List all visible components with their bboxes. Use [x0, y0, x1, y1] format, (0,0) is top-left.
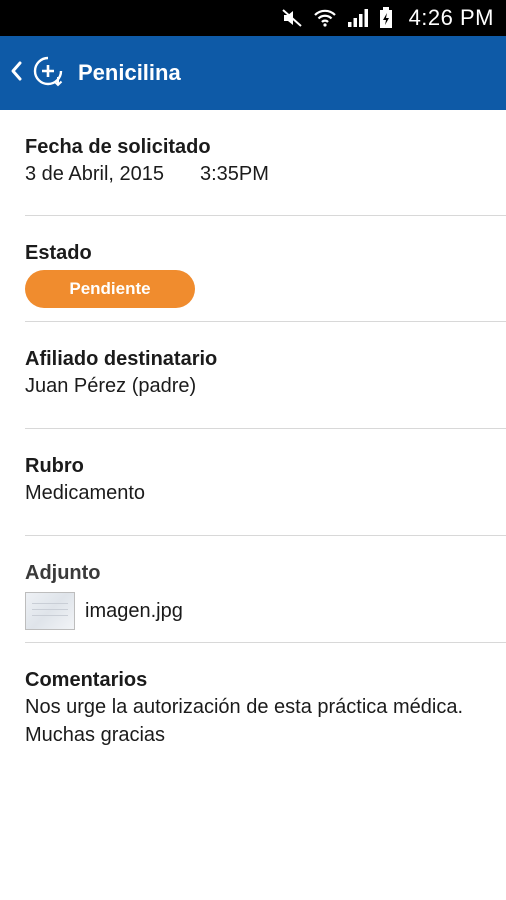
section-estado: Estado Pendiente [25, 216, 506, 322]
section-afiliado: Afiliado destinatario Juan Pérez (padre) [25, 322, 506, 429]
rubro-value: Medicamento [25, 482, 146, 504]
attachment-item[interactable]: imagen.jpg [25, 592, 506, 630]
request-details: Fecha de solicitado 3 de Abril, 2015 3:3… [0, 110, 506, 749]
fecha-value: 3 de Abril, 2015 3:35PM [25, 160, 506, 188]
signal-icon [347, 8, 369, 28]
afiliado-value: Juan Pérez (padre) [25, 375, 197, 397]
add-medication-icon [32, 55, 64, 92]
back-button[interactable] [10, 55, 64, 92]
section-fecha: Fecha de solicitado 3 de Abril, 2015 3:3… [25, 110, 506, 216]
adjunto-label: Adjunto [25, 562, 101, 584]
section-comentarios: Comentarios Nos urge la autorización de … [25, 643, 506, 749]
comentarios-value: Nos urge la autorización de esta práctic… [25, 696, 464, 746]
status-badge: Pendiente [25, 270, 195, 308]
app-bar: Penicilina [0, 36, 506, 110]
section-rubro: Rubro Medicamento [25, 429, 506, 536]
estado-label: Estado [25, 242, 92, 264]
attachment-file-name: imagen.jpg [85, 599, 183, 622]
rubro-label: Rubro [25, 455, 84, 477]
mute-icon [281, 8, 303, 28]
status-time: 4:26 PM [408, 5, 494, 30]
comentarios-label: Comentarios [25, 669, 148, 691]
status-icons: 4:26 PM [281, 5, 494, 31]
fecha-label: Fecha de solicitado [25, 136, 211, 158]
status-bar: 4:26 PM [0, 0, 506, 36]
chevron-left-icon [10, 60, 24, 87]
wifi-icon [313, 8, 337, 28]
fecha-time: 3:35PM [200, 163, 269, 185]
attachment-thumbnail [25, 592, 75, 630]
fecha-date: 3 de Abril, 2015 [25, 163, 164, 185]
battery-icon [379, 7, 393, 29]
page-title: Penicilina [78, 60, 181, 85]
afiliado-label: Afiliado destinatario [25, 348, 218, 370]
section-adjunto: Adjunto imagen.jpg [25, 536, 506, 643]
